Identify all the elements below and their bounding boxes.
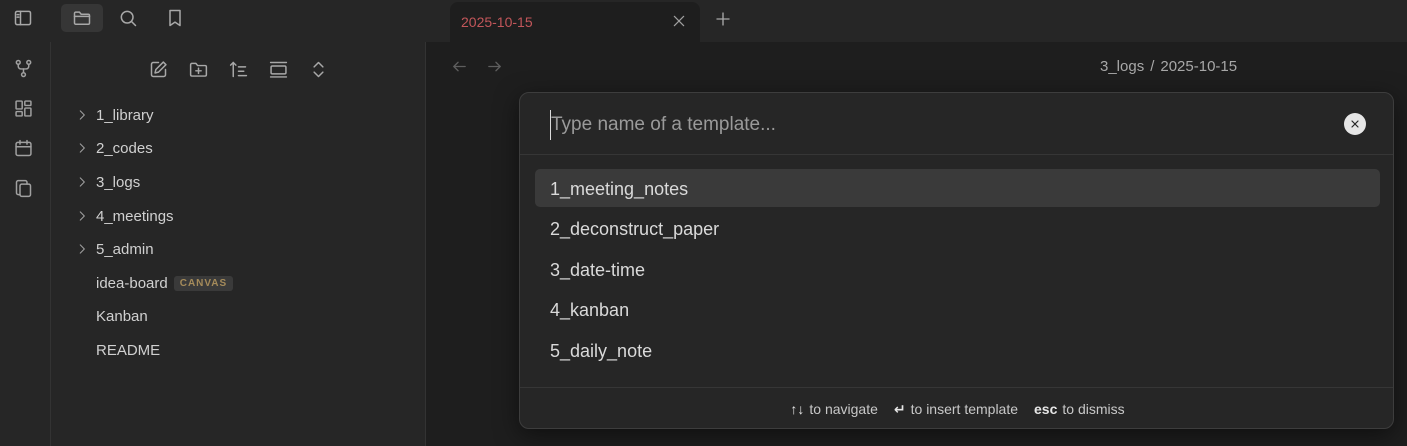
calendar-icon[interactable]	[8, 133, 38, 163]
instruction-text: to navigate	[809, 401, 878, 417]
sidebar-toggle-icon[interactable]	[6, 4, 40, 32]
title-bar: 2025-10-15	[0, 0, 1407, 42]
suggestion-item[interactable]: 5_daily_note	[535, 331, 1380, 369]
new-note-icon[interactable]	[143, 54, 173, 84]
ribbon	[0, 42, 51, 446]
suggestion-item[interactable]: 3_date-time	[535, 250, 1380, 288]
canvas-badge: CANVAS	[173, 276, 234, 291]
sort-icon[interactable]	[223, 54, 253, 84]
tree-file[interactable]: idea-board CANVAS	[71, 270, 411, 298]
tree-file[interactable]: README	[71, 337, 411, 365]
tree-folder[interactable]: 3_logs	[71, 169, 411, 197]
forward-arrow-icon[interactable]	[483, 55, 505, 77]
tab-active[interactable]: 2025-10-15	[450, 2, 700, 42]
dashboard-icon[interactable]	[8, 93, 38, 123]
breadcrumb: 3_logs / 2025-10-15	[1100, 58, 1237, 75]
tree-item-label: README	[96, 342, 161, 359]
suggestion-item[interactable]: 1_meeting_notes	[535, 169, 1380, 207]
collapse-icon[interactable]	[263, 54, 293, 84]
instruction-navigate: ↑↓ to navigate	[790, 401, 878, 417]
tab-title: 2025-10-15	[461, 14, 533, 30]
template-search-input[interactable]	[550, 110, 1330, 140]
tree-item-label: 4_meetings	[96, 208, 174, 225]
copy-icon[interactable]	[8, 173, 38, 203]
clear-icon[interactable]	[1344, 113, 1366, 135]
folder-icon[interactable]	[61, 4, 103, 32]
bookmark-icon[interactable]	[158, 4, 192, 32]
chevron-right-icon[interactable]	[75, 242, 89, 256]
suggestion-label: 3_date-time	[550, 260, 646, 280]
instruction-command: ↑↓	[790, 401, 805, 417]
new-folder-icon[interactable]	[183, 54, 213, 84]
instruction-command: esc	[1034, 401, 1058, 417]
chevron-right-icon[interactable]	[75, 209, 89, 223]
close-icon[interactable]	[668, 10, 690, 32]
chevron-right-icon[interactable]	[75, 108, 89, 122]
prompt-instructions: ↑↓ to navigate ↵ to insert template esc to …	[520, 387, 1393, 428]
suggestion-label: 4_kanban	[550, 300, 630, 320]
new-tab-icon[interactable]	[710, 6, 736, 32]
tree-item-label: Kanban	[96, 308, 148, 325]
chevron-right-icon[interactable]	[75, 175, 89, 189]
nav-actions	[51, 54, 426, 84]
tree-item-label: 3_logs	[96, 174, 141, 191]
template-suggester-modal: 1_meeting_notes 2_deconstruct_paper 3_da…	[519, 92, 1394, 429]
breadcrumb-file[interactable]: 2025-10-15	[1160, 58, 1237, 75]
file-explorer: 1_library 2_codes 3_logs 4_meetings 5_ad…	[51, 42, 426, 446]
tree-item-label: idea-board CANVAS	[96, 275, 234, 292]
tree-item-label: 2_codes	[96, 140, 153, 157]
instruction-dismiss: esc to dismiss	[1034, 401, 1125, 417]
tree-item-label: 5_admin	[96, 241, 154, 258]
suggestion-label: 5_daily_note	[550, 341, 653, 361]
graph-icon[interactable]	[8, 53, 38, 83]
tree-folder[interactable]: 1_library	[71, 102, 411, 130]
back-arrow-icon[interactable]	[448, 55, 470, 77]
suggestion-label: 1_meeting_notes	[550, 179, 689, 199]
suggestion-item[interactable]: 4_kanban	[535, 290, 1380, 328]
suggestion-item[interactable]: 2_deconstruct_paper	[535, 209, 1380, 247]
instruction-command: ↵	[893, 400, 906, 417]
prompt-input-container	[520, 93, 1393, 155]
instruction-text: to dismiss	[1062, 401, 1125, 417]
suggestion-label: 2_deconstruct_paper	[550, 219, 720, 239]
search-icon[interactable]	[111, 4, 145, 32]
file-name: idea-board	[96, 275, 168, 292]
breadcrumb-folder[interactable]: 3_logs	[1100, 58, 1144, 75]
chevron-right-icon[interactable]	[75, 141, 89, 155]
tree-folder[interactable]: 2_codes	[71, 135, 411, 163]
tree-folder[interactable]: 5_admin	[71, 236, 411, 264]
tree-folder[interactable]: 4_meetings	[71, 203, 411, 231]
tree-item-label: 1_library	[96, 107, 154, 124]
expand-collapse-icon[interactable]	[303, 54, 333, 84]
instruction-insert: ↵ to insert template	[894, 401, 1018, 418]
instruction-text: to insert template	[910, 400, 1019, 417]
tree-file[interactable]: Kanban	[71, 303, 411, 331]
breadcrumb-separator: /	[1150, 58, 1155, 75]
